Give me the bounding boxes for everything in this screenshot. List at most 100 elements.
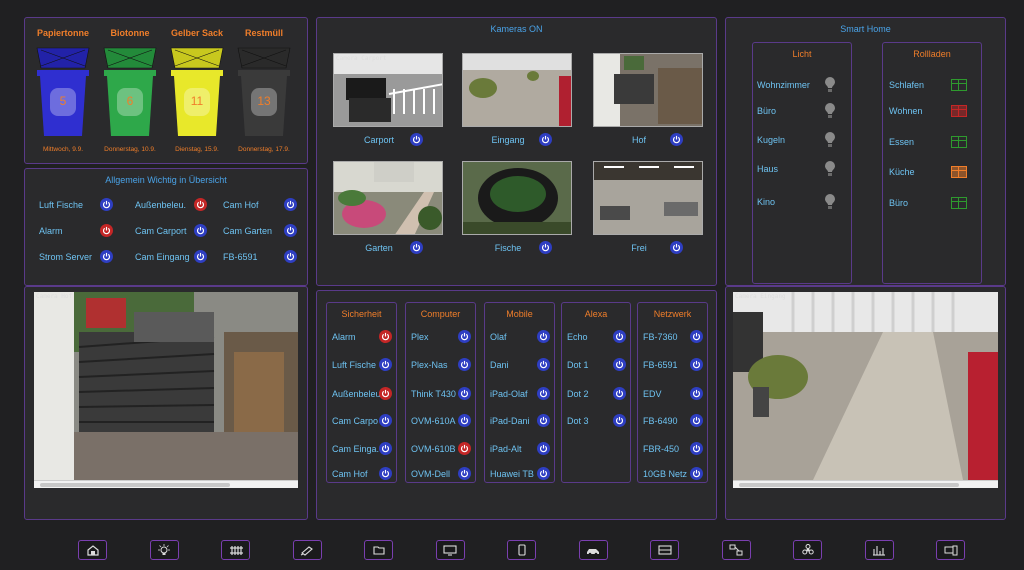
group-panel: Computer Plex Plex-Nas Think T430 OVM-610A OV… — [405, 302, 476, 483]
nav-button-network[interactable] — [721, 540, 751, 560]
power-icon — [102, 200, 111, 209]
allgemein-toggle[interactable] — [284, 250, 297, 263]
group-item-toggle[interactable] — [458, 387, 471, 400]
light-bulb-icon[interactable] — [824, 160, 836, 178]
camera-thumbnail[interactable]: Camera Carport — [333, 53, 443, 127]
group-item-toggle[interactable] — [379, 414, 392, 427]
group-item-toggle[interactable] — [690, 467, 703, 480]
allgemein-toggle[interactable] — [100, 250, 113, 263]
allgemein-toggle[interactable] — [194, 198, 207, 211]
group-item-toggle[interactable] — [613, 358, 626, 371]
allgemein-item-label: Cam Garten — [223, 226, 273, 236]
group-item-toggle[interactable] — [613, 330, 626, 343]
allgemein-toggle[interactable] — [100, 224, 113, 237]
nav-button-car[interactable] — [578, 540, 608, 560]
camera-thumbnail[interactable] — [333, 161, 443, 235]
shutter-icon[interactable] — [951, 105, 967, 117]
group-item-toggle[interactable] — [379, 442, 392, 455]
camera-thumbnail[interactable] — [462, 53, 572, 127]
phone-icon — [517, 544, 526, 556]
nav-button-house[interactable] — [78, 540, 107, 560]
group-item-toggle[interactable] — [379, 330, 392, 343]
rollladen-item-label: Schlafen — [889, 80, 925, 90]
group-item-label: OVM-610A — [411, 416, 456, 426]
light-bulb-icon[interactable] — [824, 131, 836, 149]
nav-button-monitor[interactable] — [435, 540, 465, 560]
nav-button-light[interactable] — [149, 540, 179, 560]
group-item-label: iPad-Alt — [490, 444, 522, 454]
allgemein-toggle[interactable] — [284, 224, 297, 237]
allgemein-toggle[interactable] — [194, 224, 207, 237]
camera-label: Frei — [631, 243, 647, 253]
group-item-label: Luft Fische — [332, 360, 377, 370]
group-panel: Sicherheit Alarm Luft Fische Außenbeleu Cam … — [326, 302, 397, 483]
group-item-toggle[interactable] — [458, 414, 471, 427]
group-item-toggle[interactable] — [537, 358, 550, 371]
allgemein-toggle[interactable] — [194, 250, 207, 263]
light-bulb-icon[interactable] — [824, 193, 836, 211]
group-item-label: Dot 3 — [567, 416, 589, 426]
group-item-toggle[interactable] — [379, 358, 392, 371]
cam-hof-timestamp: Camera Hof — [36, 293, 73, 300]
nav-button-phone[interactable] — [507, 540, 536, 560]
radiator-icon — [229, 546, 243, 555]
nav-button-folder[interactable] — [364, 540, 393, 560]
shutter-icon[interactable] — [951, 197, 967, 209]
group-title: Sicherheit — [341, 309, 382, 319]
group-item-toggle[interactable] — [379, 467, 392, 480]
group-item-label: EDV — [643, 389, 662, 399]
camera-toggle[interactable] — [539, 241, 552, 254]
group-item-label: OVM-Dell — [411, 469, 451, 479]
camera-toggle[interactable] — [410, 133, 423, 146]
group-item-toggle[interactable] — [537, 387, 550, 400]
cam-eingang-scrollbar[interactable] — [733, 480, 998, 488]
bin-title: Restmüll — [244, 28, 283, 38]
group-item-toggle[interactable] — [458, 358, 471, 371]
cam-hof-stream[interactable]: Camera Hof — [34, 292, 298, 480]
group-item-toggle[interactable] — [458, 330, 471, 343]
power-icon — [692, 444, 701, 453]
camera-toggle[interactable] — [670, 133, 683, 146]
group-item-toggle[interactable] — [458, 442, 471, 455]
rollladen-panel: Rollladen Schlafen Wohnen Essen Küche Büro — [882, 42, 982, 284]
camera-toggle[interactable] — [539, 133, 552, 146]
cam-eingang-stream[interactable]: Camera Eingang — [733, 292, 998, 480]
group-item-toggle[interactable] — [690, 442, 703, 455]
camera-thumbnail[interactable] — [462, 161, 572, 235]
camera-thumbnail[interactable] — [593, 53, 703, 127]
nav-button-stats[interactable] — [864, 540, 894, 560]
group-item-toggle[interactable] — [537, 330, 550, 343]
nav-button-camera[interactable] — [292, 540, 322, 560]
group-item-label: FBR-450 — [643, 444, 680, 454]
nav-button-fan[interactable] — [793, 540, 822, 560]
group-item-toggle[interactable] — [690, 414, 703, 427]
allgemein-toggle[interactable] — [100, 198, 113, 211]
nav-button-radiator[interactable] — [221, 540, 250, 560]
camera-icon — [300, 546, 313, 556]
power-icon — [460, 360, 469, 369]
group-item-toggle[interactable] — [690, 330, 703, 343]
nav-button-server[interactable] — [650, 540, 679, 560]
power-icon — [615, 360, 624, 369]
group-item-toggle[interactable] — [690, 358, 703, 371]
light-bulb-icon[interactable] — [824, 76, 836, 94]
group-item-label: 10GB Netz — [643, 469, 688, 479]
group-item-toggle[interactable] — [613, 414, 626, 427]
group-item-toggle[interactable] — [690, 387, 703, 400]
light-bulb-icon[interactable] — [824, 102, 836, 120]
group-item-toggle[interactable] — [458, 467, 471, 480]
nav-button-devices[interactable] — [936, 540, 965, 560]
group-item-toggle[interactable] — [537, 467, 550, 480]
cam-hof-scrollbar[interactable] — [34, 480, 298, 488]
shutter-icon[interactable] — [951, 136, 967, 148]
shutter-icon[interactable] — [951, 166, 967, 178]
camera-thumbnail[interactable] — [593, 161, 703, 235]
group-item-toggle[interactable] — [613, 387, 626, 400]
group-item-toggle[interactable] — [537, 414, 550, 427]
group-item-toggle[interactable] — [537, 442, 550, 455]
group-item-toggle[interactable] — [379, 387, 392, 400]
camera-toggle[interactable] — [670, 241, 683, 254]
camera-toggle[interactable] — [410, 241, 423, 254]
allgemein-toggle[interactable] — [284, 198, 297, 211]
shutter-icon[interactable] — [951, 79, 967, 91]
